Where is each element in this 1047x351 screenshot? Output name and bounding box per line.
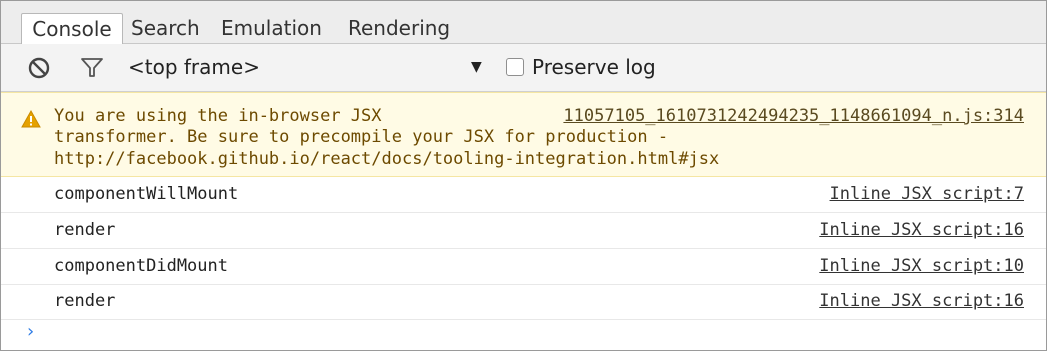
log-message: render: [54, 220, 116, 240]
preserve-log-label[interactable]: Preserve log: [532, 44, 656, 91]
log-message: componentDidMount: [54, 256, 228, 276]
frame-select[interactable]: <top frame>: [128, 44, 260, 91]
log-source-link[interactable]: Inline JSX script:16: [819, 213, 1024, 248]
preserve-log-checkbox[interactable]: [506, 58, 524, 76]
log-source-link[interactable]: Inline JSX script:16: [819, 284, 1024, 319]
log-message: componentWillMount: [54, 184, 239, 204]
log-source-link[interactable]: Inline JSX script:7: [830, 177, 1024, 212]
funnel-icon: [81, 58, 103, 77]
tab-bar: Console Search Emulation Rendering: [1, 1, 1046, 44]
log-message: render: [54, 291, 116, 311]
chevron-down-icon[interactable]: ▼: [471, 44, 482, 91]
console-log-row: render Inline JSX script:16: [1, 213, 1046, 249]
console-log-row: render Inline JSX script:16: [1, 284, 1046, 320]
console-prompt-icon[interactable]: ›: [25, 318, 36, 346]
tab-console[interactable]: Console: [21, 13, 123, 44]
no-entry-icon: [28, 57, 50, 79]
clear-console-button[interactable]: [27, 56, 51, 80]
warning-source-link[interactable]: 11057105_1610731242494235_1148661094_n.j…: [563, 106, 1024, 127]
warning-line-2: transformer. Be sure to precompile your …: [54, 127, 669, 147]
tab-emulation[interactable]: Emulation: [221, 13, 322, 43]
console-log-row: componentDidMount Inline JSX script:10: [1, 249, 1046, 285]
filter-button[interactable]: [80, 56, 104, 80]
tab-rendering[interactable]: Rendering: [348, 13, 450, 43]
warning-triangle-icon: [21, 109, 41, 128]
warning-line-3[interactable]: http://facebook.github.io/react/docs/too…: [54, 149, 719, 170]
tab-search[interactable]: Search: [131, 13, 200, 43]
warning-line-1: You are using the in-browser JSX: [54, 106, 382, 126]
console-toolbar: <top frame> ▼ Preserve log: [1, 44, 1046, 92]
devtools-console-panel: Console Search Emulation Rendering <top …: [0, 0, 1047, 351]
console-log-row: componentWillMount Inline JSX script:7: [1, 177, 1046, 213]
log-source-link[interactable]: Inline JSX script:10: [819, 249, 1024, 284]
console-warning-message: You are using the in-browser JSX transfo…: [1, 92, 1046, 177]
